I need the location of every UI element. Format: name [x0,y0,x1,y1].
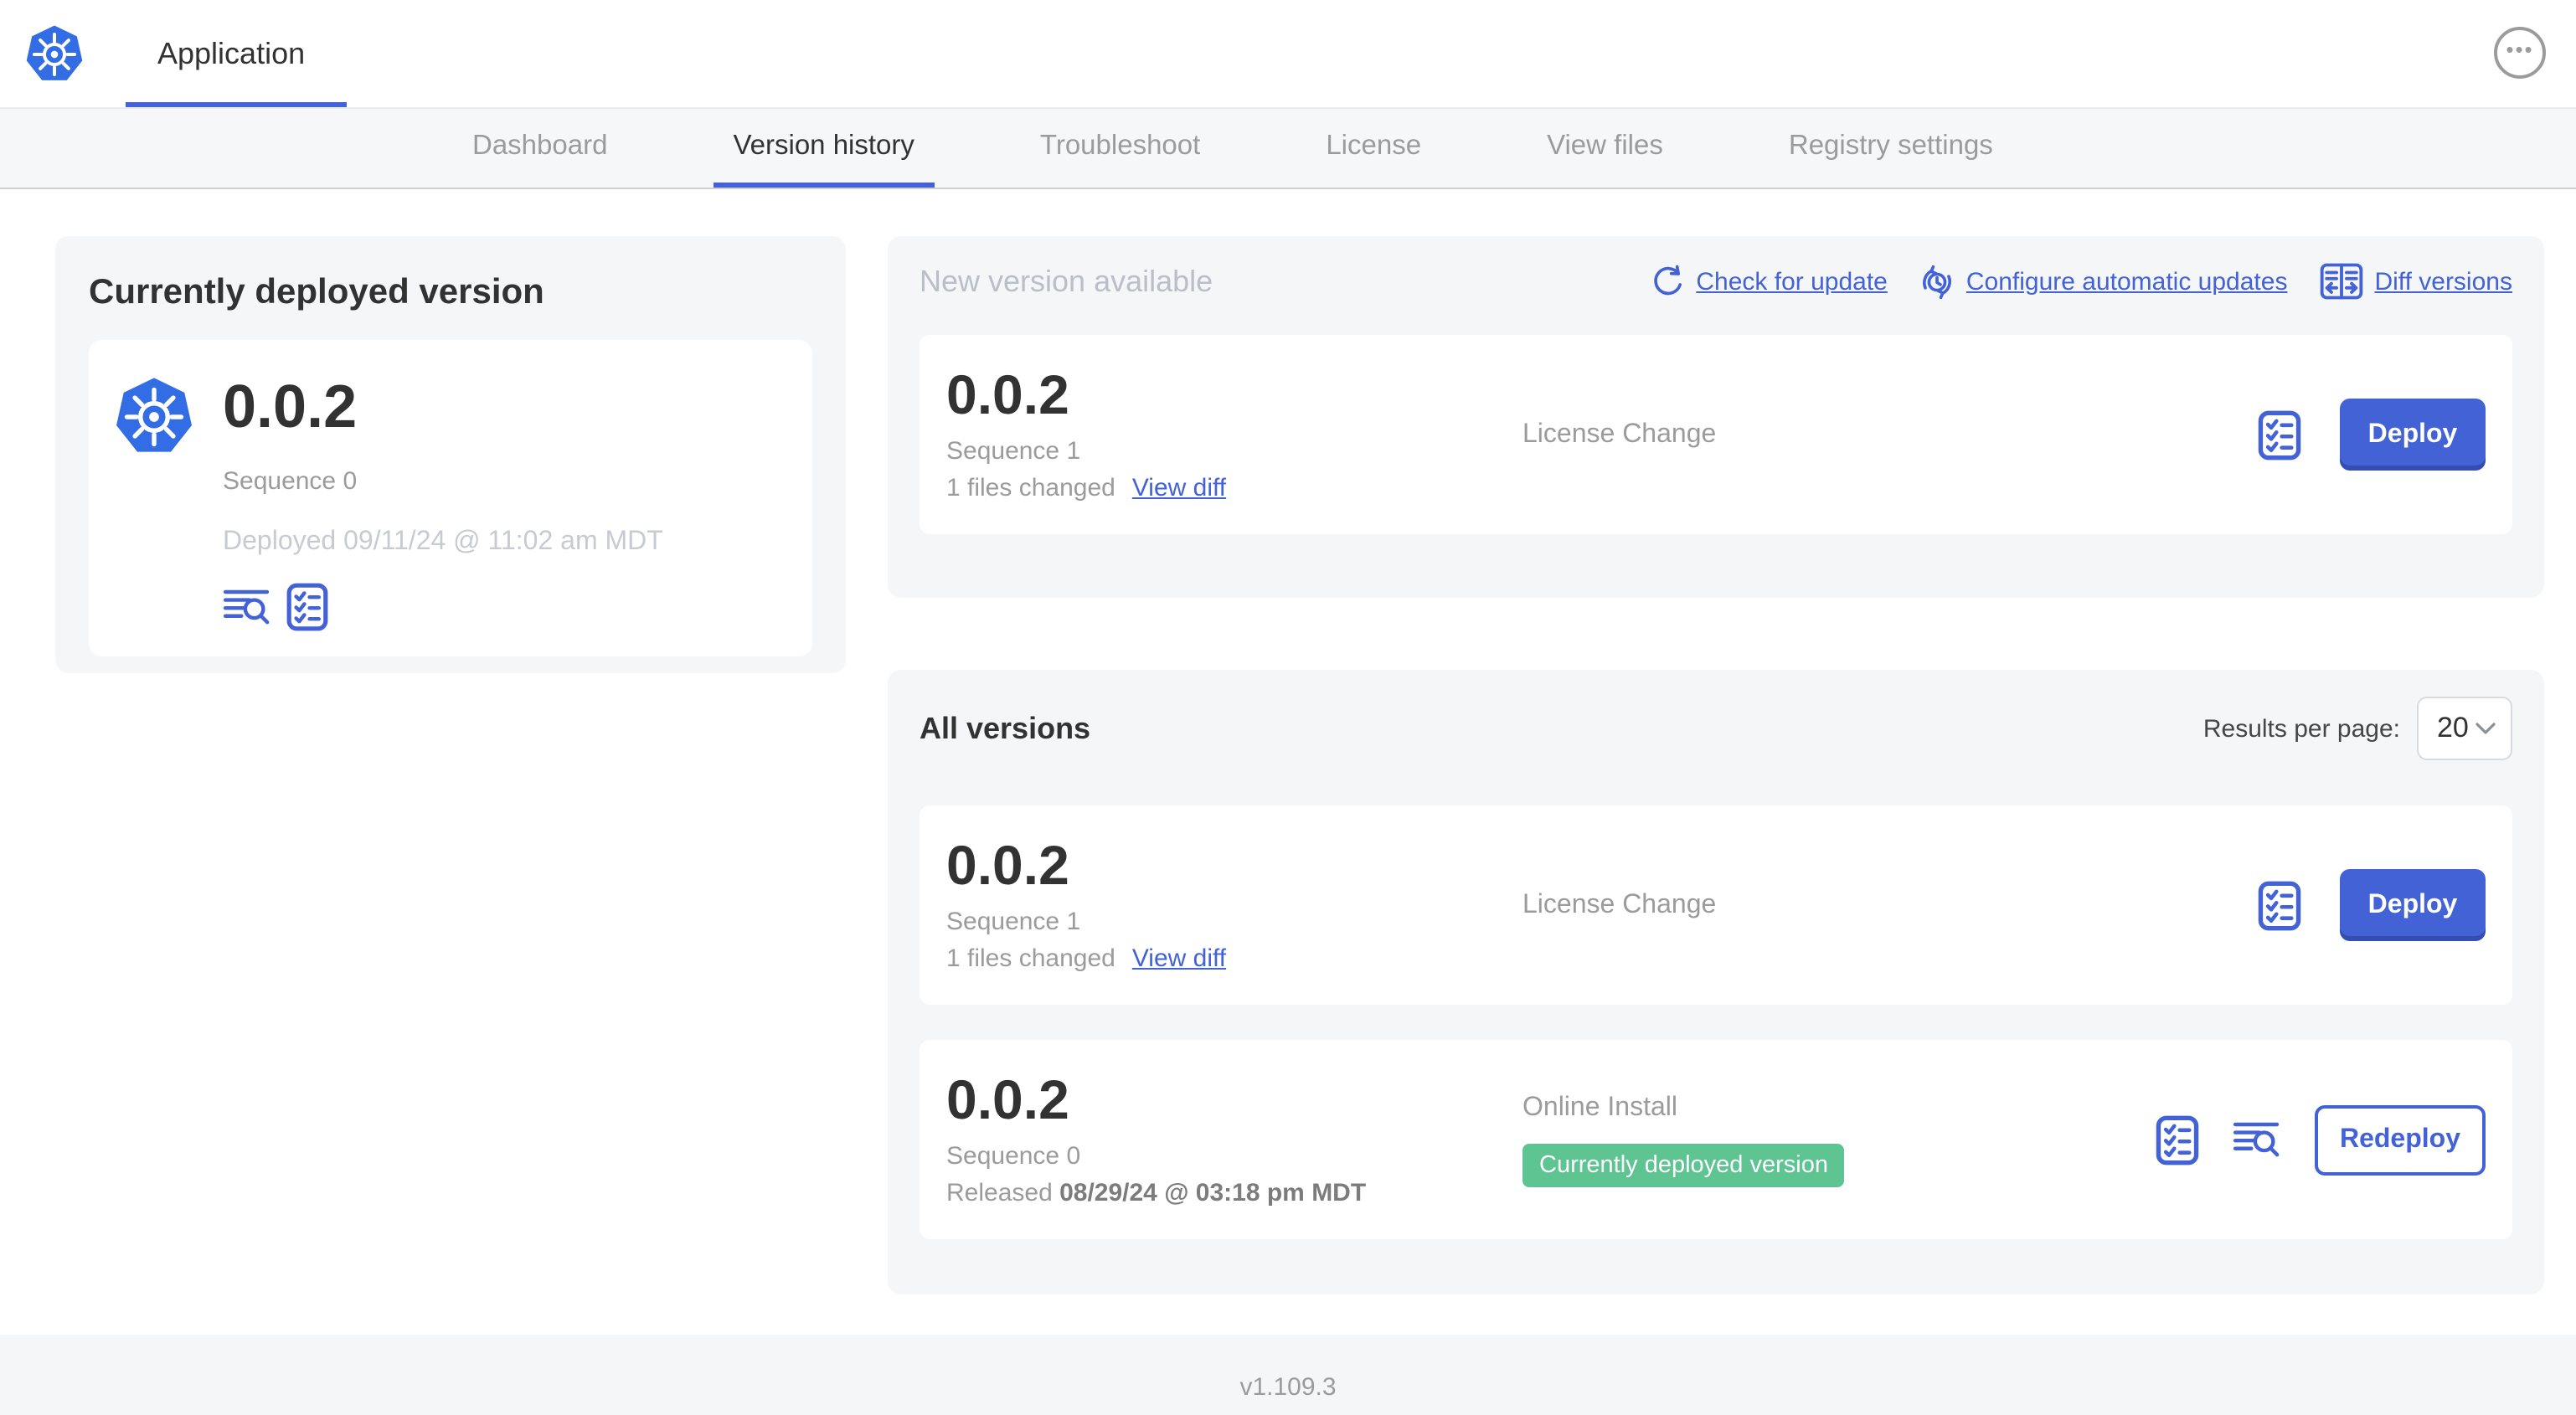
view-deploy-logs-button[interactable] [223,588,271,626]
version-number: 0.0.2 [946,1068,1069,1130]
currently-deployed-badge: Currently deployed version [1522,1143,1845,1186]
tab-dashboard[interactable]: Dashboard [452,109,627,188]
logs-icon [2233,1120,2281,1159]
currently-deployed-title: Currently deployed version [89,273,544,311]
version-number: 0.0.2 [946,833,1069,896]
view-deploy-logs-button[interactable] [2233,1120,2281,1159]
deployed-sequence-label: Sequence 0 [223,467,358,496]
deployed-timestamp: Deployed 09/11/24 @ 11:02 am MDT [223,527,663,556]
preflight-checklist-icon [2258,880,2301,930]
deployed-version-panel: 0.0.2 Sequence 0 Deployed 09/11/24 @ 11:… [89,340,812,656]
results-per-page-label: Results per page: [2202,714,2400,743]
new-version-row: 0.0.2 Sequence 1 1 files changed View di… [920,335,2512,534]
deployed-version-number: 0.0.2 [223,372,358,440]
tab-view-files[interactable]: View files [1527,109,1683,188]
refresh-icon [1651,265,1684,298]
tab-version-history[interactable]: Version history [713,109,935,188]
version-number: 0.0.2 [946,363,1069,425]
all-versions-card: All versions Results per page: 20 0.0.2 … [888,670,2544,1294]
chevron-down-icon [2476,722,2496,735]
redeploy-button[interactable]: Redeploy [2315,1104,2486,1175]
files-changed-label: 1 files changed [946,944,1115,974]
preflight-checklist-icon [286,583,328,631]
version-source-label: License Change [1522,419,1717,448]
tab-troubleshoot[interactable]: Troubleshoot [1020,109,1220,188]
ellipsis-icon: ••• [2506,37,2534,62]
page-footer: v1.109.3 [0,1335,2576,1415]
diff-versions-link[interactable]: Diff versions [2319,263,2512,300]
files-changed-label: 1 files changed [946,474,1115,503]
view-preflight-checks-button[interactable] [286,583,328,631]
preflight-checklist-icon [2258,409,2301,460]
new-version-title: New version available [920,264,1213,297]
preflight-checks-button[interactable] [2258,409,2301,460]
logs-icon [223,588,271,626]
new-version-card: New version available Check for update C… [888,236,2544,598]
results-per-page-select[interactable]: 20 [2417,697,2512,760]
clock-sync-icon [1919,264,1955,299]
kubernetes-app-icon [112,375,196,459]
admin-console-page: Application ••• Dashboard Version histor… [0,0,2576,1415]
version-row-sequence-1: 0.0.2 Sequence 1 1 files changed View di… [920,805,2512,1005]
tab-registry-settings[interactable]: Registry settings [1769,109,2013,188]
preflight-checks-button[interactable] [2258,880,2301,930]
kubernetes-logo-icon [23,23,85,85]
results-per-page-value: 20 [2437,712,2469,744]
diff-icon [2319,263,2362,300]
tab-license[interactable]: License [1306,109,1441,188]
app-tab-bar: Dashboard Version history Troubleshoot L… [0,109,2576,189]
version-source-label: License Change [1522,890,1717,918]
released-timestamp: Released 08/29/24 @ 03:18 pm MDT [946,1179,1367,1208]
overflow-menu-button[interactable]: ••• [2494,27,2546,79]
view-diff-link[interactable]: View diff [1132,475,1226,503]
deploy-button[interactable]: Deploy [2340,399,2486,471]
preflight-checklist-icon [2156,1114,2199,1165]
sequence-label: Sequence 1 [946,908,1081,937]
sequence-label: Sequence 1 [946,437,1081,466]
app-header: Application ••• [0,0,2576,109]
sequence-label: Sequence 0 [946,1142,1081,1171]
currently-deployed-card: Currently deployed version 0.0.2 Sequenc… [55,236,846,673]
configure-automatic-updates-link[interactable]: Configure automatic updates [1919,264,2287,299]
console-version-label: v1.109.3 [1239,1373,1337,1402]
preflight-checks-button[interactable] [2156,1114,2199,1165]
app-title-active-underline [126,102,347,107]
app-title: Application [157,36,306,69]
version-source-label: Online Install [1522,1093,1677,1121]
deploy-button[interactable]: Deploy [2340,869,2486,941]
version-row-sequence-0: 0.0.2 Sequence 0 Released 08/29/24 @ 03:… [920,1040,2512,1239]
check-for-update-link[interactable]: Check for update [1651,265,1888,298]
all-versions-title: All versions [920,711,1091,744]
view-diff-link[interactable]: View diff [1132,945,1226,974]
